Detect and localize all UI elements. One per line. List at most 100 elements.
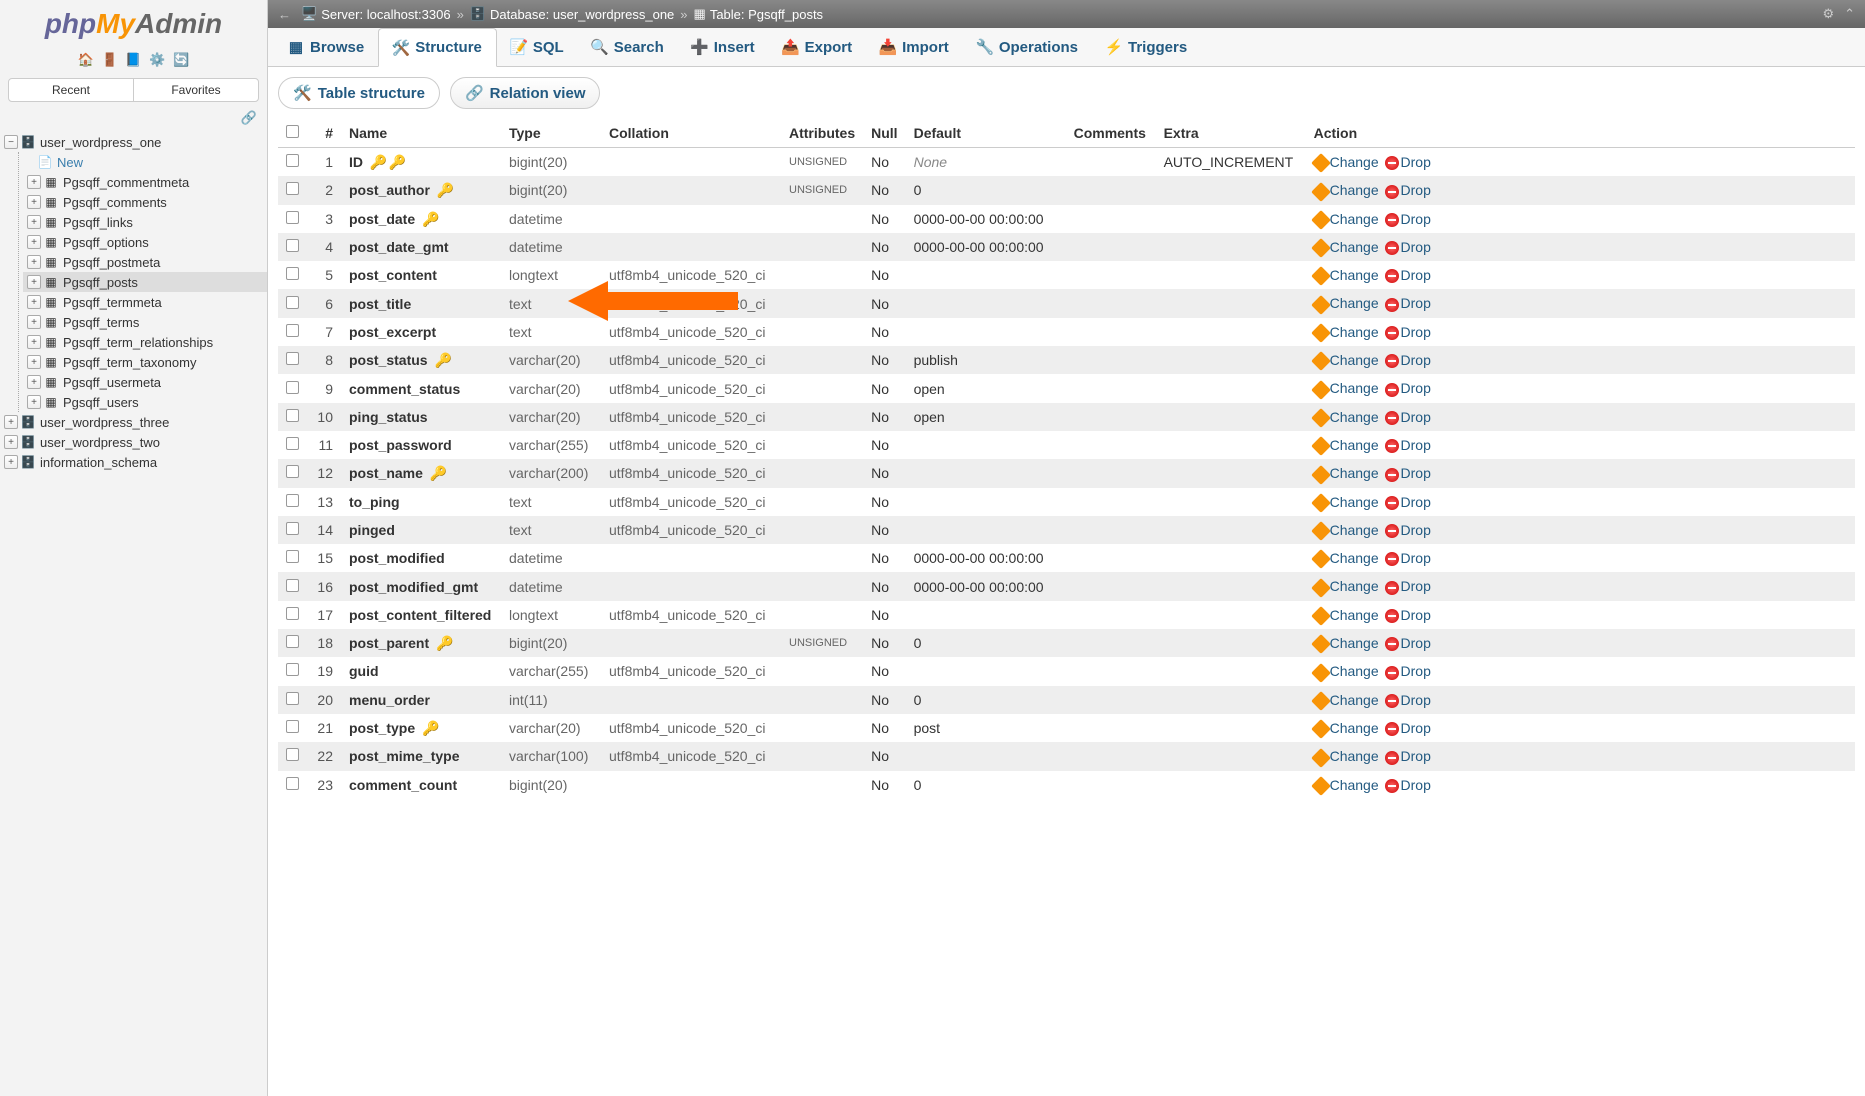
expand-icon[interactable]: +	[27, 235, 41, 249]
row-checkbox[interactable]	[286, 579, 299, 592]
action-drop[interactable]: Drop	[1385, 607, 1431, 623]
tab-operations[interactable]: 🔧Operations	[963, 28, 1092, 66]
action-change[interactable]: Change	[1314, 550, 1379, 566]
settings-icon[interactable]: ⚙️	[149, 52, 165, 67]
pma-logo[interactable]: phpMyAdmin	[0, 0, 267, 48]
home-icon[interactable]: 🏠	[78, 52, 94, 67]
expand-icon[interactable]: +	[4, 435, 18, 449]
row-checkbox[interactable]	[286, 720, 299, 733]
action-drop[interactable]: Drop	[1385, 550, 1431, 566]
action-change[interactable]: Change	[1314, 607, 1379, 623]
action-drop[interactable]: Drop	[1385, 663, 1431, 679]
tree-table-Pgsqff_term_taxonomy[interactable]: +▦Pgsqff_term_taxonomy	[23, 352, 267, 372]
action-drop[interactable]: Drop	[1385, 267, 1431, 283]
tree-db-current[interactable]: − 🗄️ user_wordpress_one	[0, 132, 267, 152]
row-checkbox[interactable]	[286, 239, 299, 252]
row-checkbox[interactable]	[286, 381, 299, 394]
expand-icon[interactable]: +	[27, 295, 41, 309]
tab-search[interactable]: 🔍Search	[578, 28, 678, 66]
subtab-table-structure[interactable]: 🛠️Table structure	[278, 77, 440, 109]
tree-db-user_wordpress_two[interactable]: +🗄️user_wordpress_two	[0, 432, 267, 452]
link-icon[interactable]: 🔗	[241, 110, 257, 125]
action-drop[interactable]: Drop	[1385, 635, 1431, 651]
bc-table[interactable]: Pgsqff_posts	[748, 7, 823, 22]
th-num[interactable]: #	[307, 119, 341, 148]
action-change[interactable]: Change	[1314, 522, 1379, 538]
tree-db-information_schema[interactable]: +🗄️information_schema	[0, 452, 267, 472]
tree-table-Pgsqff_terms[interactable]: +▦Pgsqff_terms	[23, 312, 267, 332]
action-drop[interactable]: Drop	[1385, 239, 1431, 255]
action-change[interactable]: Change	[1314, 267, 1379, 283]
action-drop[interactable]: Drop	[1385, 692, 1431, 708]
th-attributes[interactable]: Attributes	[781, 119, 863, 148]
action-change[interactable]: Change	[1314, 211, 1379, 227]
tree-new-table[interactable]: 📄New	[23, 152, 267, 172]
row-checkbox[interactable]	[286, 267, 299, 280]
action-change[interactable]: Change	[1314, 748, 1379, 764]
row-checkbox[interactable]	[286, 465, 299, 478]
tree-db-user_wordpress_three[interactable]: +🗄️user_wordpress_three	[0, 412, 267, 432]
action-change[interactable]: Change	[1314, 465, 1379, 481]
row-checkbox[interactable]	[286, 550, 299, 563]
action-change[interactable]: Change	[1314, 663, 1379, 679]
th-extra[interactable]: Extra	[1156, 119, 1306, 148]
action-drop[interactable]: Drop	[1385, 154, 1431, 170]
row-checkbox[interactable]	[286, 607, 299, 620]
expand-icon[interactable]: +	[4, 455, 18, 469]
action-change[interactable]: Change	[1314, 380, 1379, 396]
tree-table-Pgsqff_links[interactable]: +▦Pgsqff_links	[23, 212, 267, 232]
tree-table-Pgsqff_options[interactable]: +▦Pgsqff_options	[23, 232, 267, 252]
th-null[interactable]: Null	[863, 119, 905, 148]
row-checkbox[interactable]	[286, 748, 299, 761]
expand-icon[interactable]: +	[27, 255, 41, 269]
action-drop[interactable]: Drop	[1385, 295, 1431, 311]
action-drop[interactable]: Drop	[1385, 465, 1431, 481]
th-type[interactable]: Type	[501, 119, 601, 148]
action-change[interactable]: Change	[1314, 239, 1379, 255]
expand-icon[interactable]: +	[27, 275, 41, 289]
row-checkbox[interactable]	[286, 211, 299, 224]
action-change[interactable]: Change	[1314, 692, 1379, 708]
expand-icon[interactable]: +	[27, 175, 41, 189]
tree-table-Pgsqff_users[interactable]: +▦Pgsqff_users	[23, 392, 267, 412]
page-settings-icon[interactable]: ⚙	[1822, 6, 1834, 22]
logout-icon[interactable]: 🚪	[102, 52, 118, 67]
tree-table-Pgsqff_posts[interactable]: +▦Pgsqff_posts	[23, 272, 267, 292]
row-checkbox[interactable]	[286, 324, 299, 337]
action-change[interactable]: Change	[1314, 352, 1379, 368]
row-checkbox[interactable]	[286, 352, 299, 365]
tree-table-Pgsqff_termmeta[interactable]: +▦Pgsqff_termmeta	[23, 292, 267, 312]
docs-icon[interactable]: 📘	[125, 52, 141, 67]
th-comments[interactable]: Comments	[1066, 119, 1156, 148]
action-drop[interactable]: Drop	[1385, 324, 1431, 340]
action-change[interactable]: Change	[1314, 635, 1379, 651]
row-checkbox[interactable]	[286, 409, 299, 422]
row-checkbox[interactable]	[286, 777, 299, 790]
action-change[interactable]: Change	[1314, 437, 1379, 453]
collapse-sidebar-icon[interactable]: ←	[278, 7, 291, 22]
th-collation[interactable]: Collation	[601, 119, 781, 148]
tree-table-Pgsqff_term_relationships[interactable]: +▦Pgsqff_term_relationships	[23, 332, 267, 352]
select-all-checkbox[interactable]	[286, 125, 299, 138]
row-checkbox[interactable]	[286, 182, 299, 195]
expand-icon[interactable]: +	[27, 335, 41, 349]
row-checkbox[interactable]	[286, 494, 299, 507]
tab-import[interactable]: 📥Import	[866, 28, 963, 66]
tab-recent[interactable]: Recent	[9, 79, 134, 101]
th-default[interactable]: Default	[906, 119, 1066, 148]
bc-server[interactable]: localhost:3306	[367, 7, 451, 22]
expand-icon[interactable]: +	[27, 395, 41, 409]
action-drop[interactable]: Drop	[1385, 522, 1431, 538]
tree-table-Pgsqff_comments[interactable]: +▦Pgsqff_comments	[23, 192, 267, 212]
action-change[interactable]: Change	[1314, 578, 1379, 594]
action-change[interactable]: Change	[1314, 409, 1379, 425]
tree-table-Pgsqff_usermeta[interactable]: +▦Pgsqff_usermeta	[23, 372, 267, 392]
expand-icon[interactable]: +	[27, 215, 41, 229]
expand-icon[interactable]: +	[27, 195, 41, 209]
expand-icon[interactable]: +	[27, 355, 41, 369]
row-checkbox[interactable]	[286, 663, 299, 676]
action-change[interactable]: Change	[1314, 777, 1379, 793]
action-change[interactable]: Change	[1314, 494, 1379, 510]
tree-table-Pgsqff_commentmeta[interactable]: +▦Pgsqff_commentmeta	[23, 172, 267, 192]
action-change[interactable]: Change	[1314, 154, 1379, 170]
